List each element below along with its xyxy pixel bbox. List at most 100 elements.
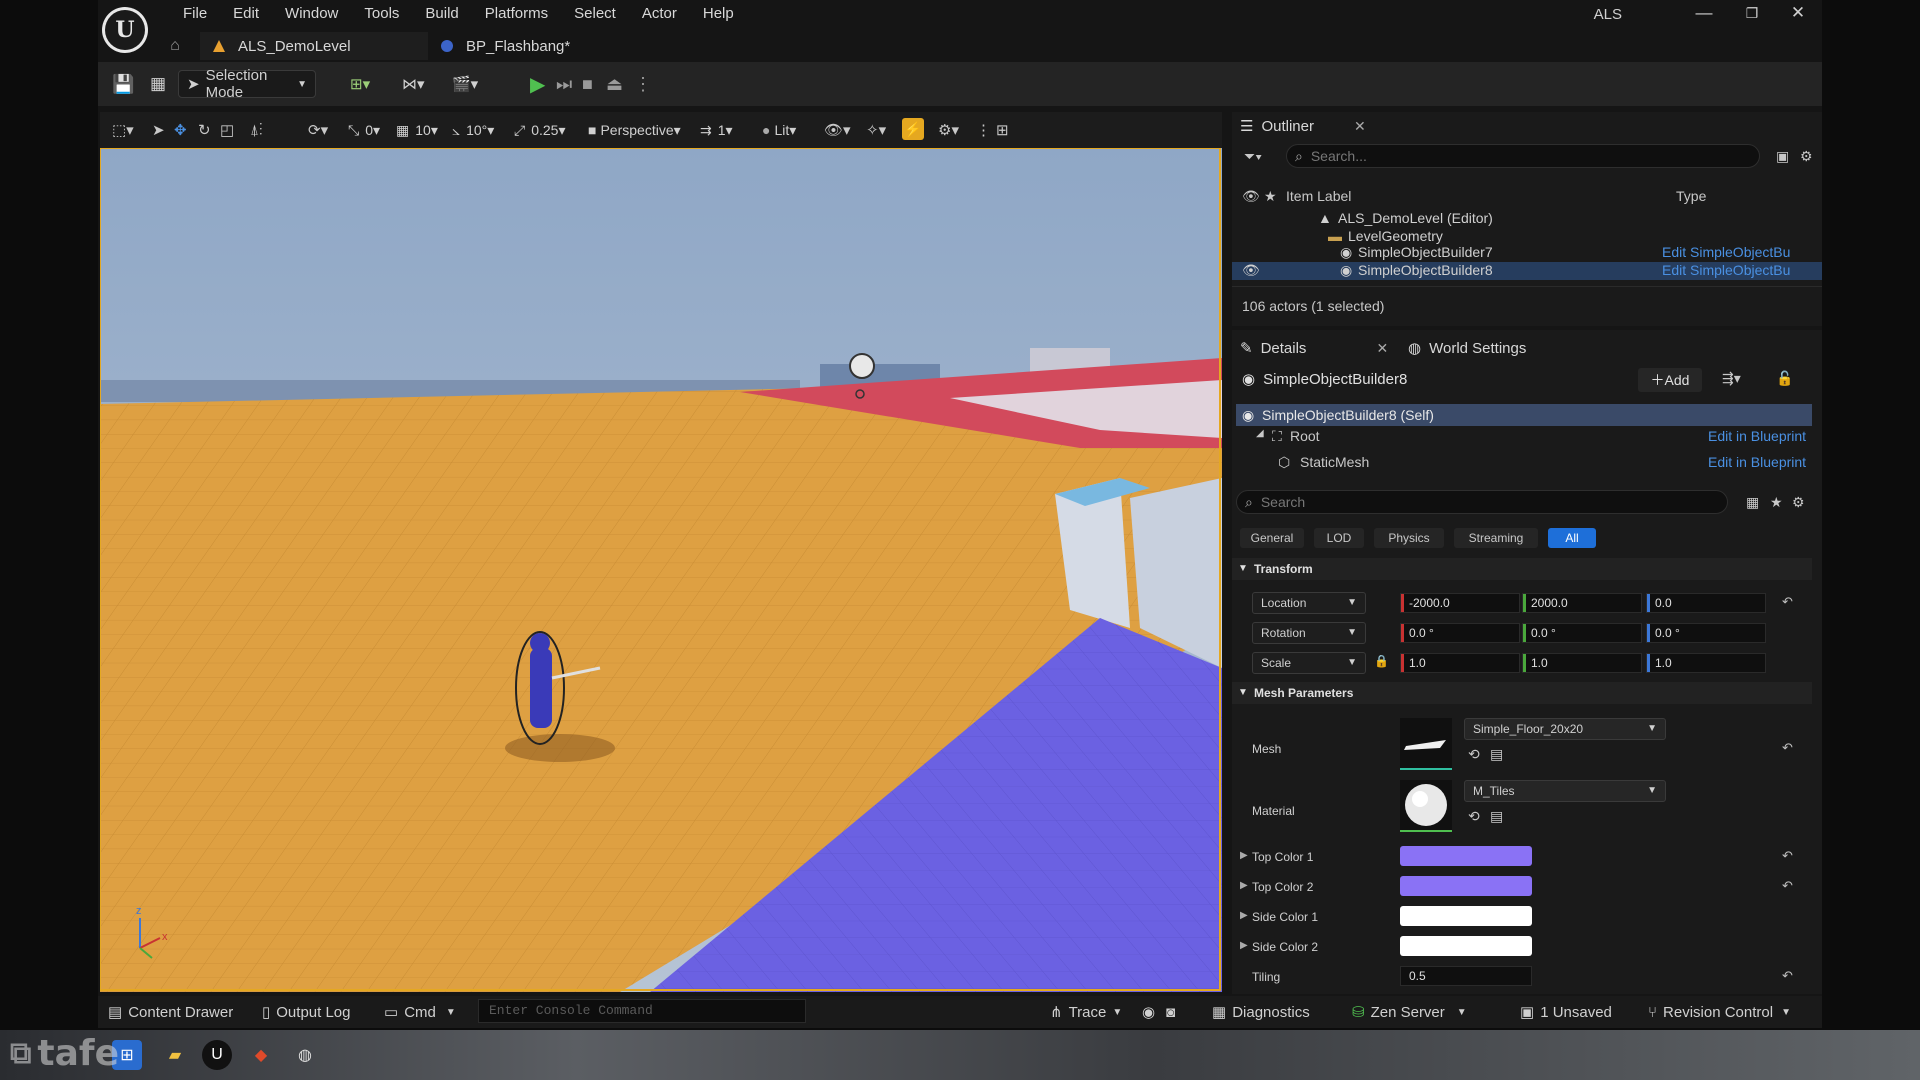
record-icon[interactable]: ◉	[1142, 1002, 1155, 1022]
cmd-dropdown[interactable]: ▭ Cmd ▼	[384, 1002, 456, 1022]
outliner-search-input[interactable]: ⌕ Search...	[1286, 144, 1760, 168]
top-color-1-swatch[interactable]	[1400, 846, 1532, 866]
material-asset-dropdown[interactable]: M_Tiles ▼	[1464, 780, 1666, 802]
edit-in-blueprint-link[interactable]: Edit in Blueprint	[1708, 428, 1806, 444]
rotation-dropdown[interactable]: Rotation ▼	[1252, 622, 1366, 644]
grid-snap-toggle[interactable]: ▦ 10 ▾	[396, 120, 438, 140]
close-button[interactable]: ✕	[1778, 2, 1818, 24]
console-command-input[interactable]: Enter Console Command	[478, 999, 806, 1023]
add-component-button[interactable]: ＋Add	[1638, 368, 1702, 392]
mesh-thumbnail[interactable]	[1400, 718, 1452, 770]
tree-row-selected[interactable]: 👁 ◉ SimpleObjectBuilder8 Edit SimpleObje…	[1232, 262, 1822, 280]
world-settings-tab[interactable]: ◍ World Settings	[1408, 334, 1526, 362]
minimize-button[interactable]: —	[1684, 2, 1724, 24]
use-selected-icon[interactable]: ⟲	[1468, 808, 1480, 825]
expand-arrow-icon[interactable]: ▶	[1240, 910, 1248, 921]
tree-row[interactable]: ◉ SimpleObjectBuilder7 Edit SimpleObject…	[1232, 244, 1822, 262]
menu-build[interactable]: Build	[412, 4, 471, 24]
move-tool-icon[interactable]: ✥	[174, 120, 187, 140]
stop-button[interactable]: ■	[582, 70, 593, 98]
perspective-dropdown[interactable]: ■ Perspective ▾	[588, 120, 681, 140]
scale-snap-toggle[interactable]: ⤢ 0.25 ▾	[514, 120, 565, 140]
world-local-icon[interactable]: ⟳▾	[308, 120, 328, 140]
recording-app-icon[interactable]: ◍	[290, 1040, 320, 1070]
file-explorer-icon[interactable]: ▰	[160, 1040, 190, 1070]
top-color-2-swatch[interactable]	[1400, 876, 1532, 896]
maximize-button[interactable]: ❐	[1732, 2, 1772, 24]
screenshot-icon[interactable]: ◙	[1166, 1002, 1175, 1022]
table-view-icon[interactable]: ▦	[1746, 494, 1759, 511]
menu-edit[interactable]: Edit	[220, 4, 272, 24]
filter-icon[interactable]: ⏷▾	[1244, 148, 1262, 165]
side-color-2-swatch[interactable]	[1400, 936, 1532, 956]
layout-icon[interactable]: ⊞	[996, 120, 1009, 140]
viewport-settings-icon[interactable]: ⚙▾	[938, 120, 959, 140]
save-icon[interactable]: 💾	[112, 70, 134, 98]
settings-icon[interactable]: ⚙	[1792, 494, 1805, 511]
selection-mode-dropdown[interactable]: ➤ Selection Mode ▼	[178, 67, 316, 101]
use-selected-icon[interactable]: ⟲	[1468, 746, 1480, 763]
edit-in-blueprint-link[interactable]: Edit in Blueprint	[1708, 454, 1806, 470]
surface-snap-icon[interactable]: ⍋⋮	[250, 120, 263, 140]
rotation-x-field[interactable]: 0.0 °	[1400, 623, 1520, 643]
menu-file[interactable]: File	[170, 4, 220, 24]
rotate-tool-icon[interactable]: ↻	[198, 120, 211, 140]
unsaved-button[interactable]: ▣ 1 Unsaved	[1520, 1002, 1612, 1022]
reset-tiling-icon[interactable]: ↶	[1782, 968, 1793, 984]
unreal-engine-icon[interactable]: U	[202, 1040, 232, 1070]
cinematics-icon[interactable]: 🎬▾	[452, 70, 478, 98]
details-search-input[interactable]: ⌕ Search	[1236, 490, 1728, 514]
revision-control-dropdown[interactable]: ⑂ Revision Control ▼	[1648, 1002, 1791, 1022]
play-button[interactable]: ▶	[530, 70, 545, 98]
reset-top-color-1-icon[interactable]: ↶	[1782, 848, 1793, 864]
favorite-star-icon[interactable]: ★	[1770, 494, 1783, 511]
eject-button[interactable]: ⏏	[606, 70, 623, 98]
realtime-icon[interactable]: ✧▾	[866, 120, 886, 140]
eye-icon[interactable]: 👁	[1242, 262, 1260, 279]
item-label-header[interactable]: Item Label	[1286, 188, 1351, 204]
close-icon[interactable]: ✕	[1354, 118, 1366, 135]
expand-arrow-icon[interactable]: ▶	[1240, 940, 1248, 951]
filter-streaming[interactable]: Streaming	[1454, 528, 1538, 548]
scale-y-field[interactable]: 1.0	[1522, 653, 1642, 673]
brave-browser-icon[interactable]: ◆	[246, 1040, 276, 1070]
details-tab[interactable]: ✎ Details ✕	[1240, 334, 1388, 362]
viewport-options-icon[interactable]: ⋮	[976, 120, 991, 140]
rotate-snap-toggle[interactable]: ⤡ 0 ▾	[348, 120, 380, 140]
show-flags-icon[interactable]: 👁▾	[824, 120, 851, 140]
trace-dropdown[interactable]: ⋔ Trace ▼	[1050, 1002, 1122, 1022]
lit-dropdown[interactable]: ● Lit ▾	[762, 120, 796, 140]
side-color-1-swatch[interactable]	[1400, 906, 1532, 926]
browse-icon[interactable]: ▤	[1490, 808, 1503, 825]
mesh-asset-dropdown[interactable]: Simple_Floor_20x20 ▼	[1464, 718, 1666, 740]
location-dropdown[interactable]: Location ▼	[1252, 592, 1366, 614]
reset-mesh-icon[interactable]: ↶	[1782, 740, 1793, 756]
scale-x-field[interactable]: 1.0	[1400, 653, 1520, 673]
lock-icon[interactable]: 🔓	[1776, 370, 1793, 387]
location-y-field[interactable]: 2000.0	[1522, 593, 1642, 613]
filter-all[interactable]: All	[1548, 528, 1596, 548]
blueprint-options-icon[interactable]: ⇶▾	[1722, 370, 1741, 387]
expand-arrow-icon[interactable]: ▶	[1240, 850, 1248, 861]
menu-platforms[interactable]: Platforms	[472, 4, 561, 24]
zen-server-dropdown[interactable]: ⛁ Zen Server ▼	[1352, 1002, 1467, 1022]
scale-tool-icon[interactable]: ◰	[220, 120, 234, 140]
diagnostics-button[interactable]: ▦ Diagnostics	[1212, 1002, 1310, 1022]
location-x-field[interactable]: -2000.0	[1400, 593, 1520, 613]
select-tool-icon[interactable]: ⬚▾	[112, 120, 134, 140]
close-icon[interactable]: ✕	[1376, 340, 1388, 357]
transform-section-header[interactable]: ▼ Transform	[1232, 558, 1812, 580]
scale-z-field[interactable]: 1.0	[1646, 653, 1766, 673]
tiling-field[interactable]: 0.5	[1400, 966, 1532, 986]
expand-arrow-icon[interactable]: ◢	[1256, 428, 1264, 439]
home-icon[interactable]: ⌂	[164, 35, 186, 57]
component-row-staticmesh[interactable]: ⬡ StaticMesh Edit in Blueprint	[1252, 454, 1812, 476]
settings-icon[interactable]: ⚙	[1800, 148, 1813, 165]
content-drawer-button[interactable]: ▤ Content Drawer	[108, 1002, 233, 1022]
self-component-row[interactable]: ◉ SimpleObjectBuilder8 (Self)	[1236, 404, 1812, 426]
unreal-logo-icon[interactable]: U	[102, 7, 148, 53]
filter-physics[interactable]: Physics	[1374, 528, 1444, 548]
tab-als-demolevel[interactable]: ALS_DemoLevel	[200, 32, 428, 60]
add-actor-icon[interactable]: ⊞▾	[350, 70, 370, 98]
browse-icon[interactable]: ▤	[1490, 746, 1503, 763]
